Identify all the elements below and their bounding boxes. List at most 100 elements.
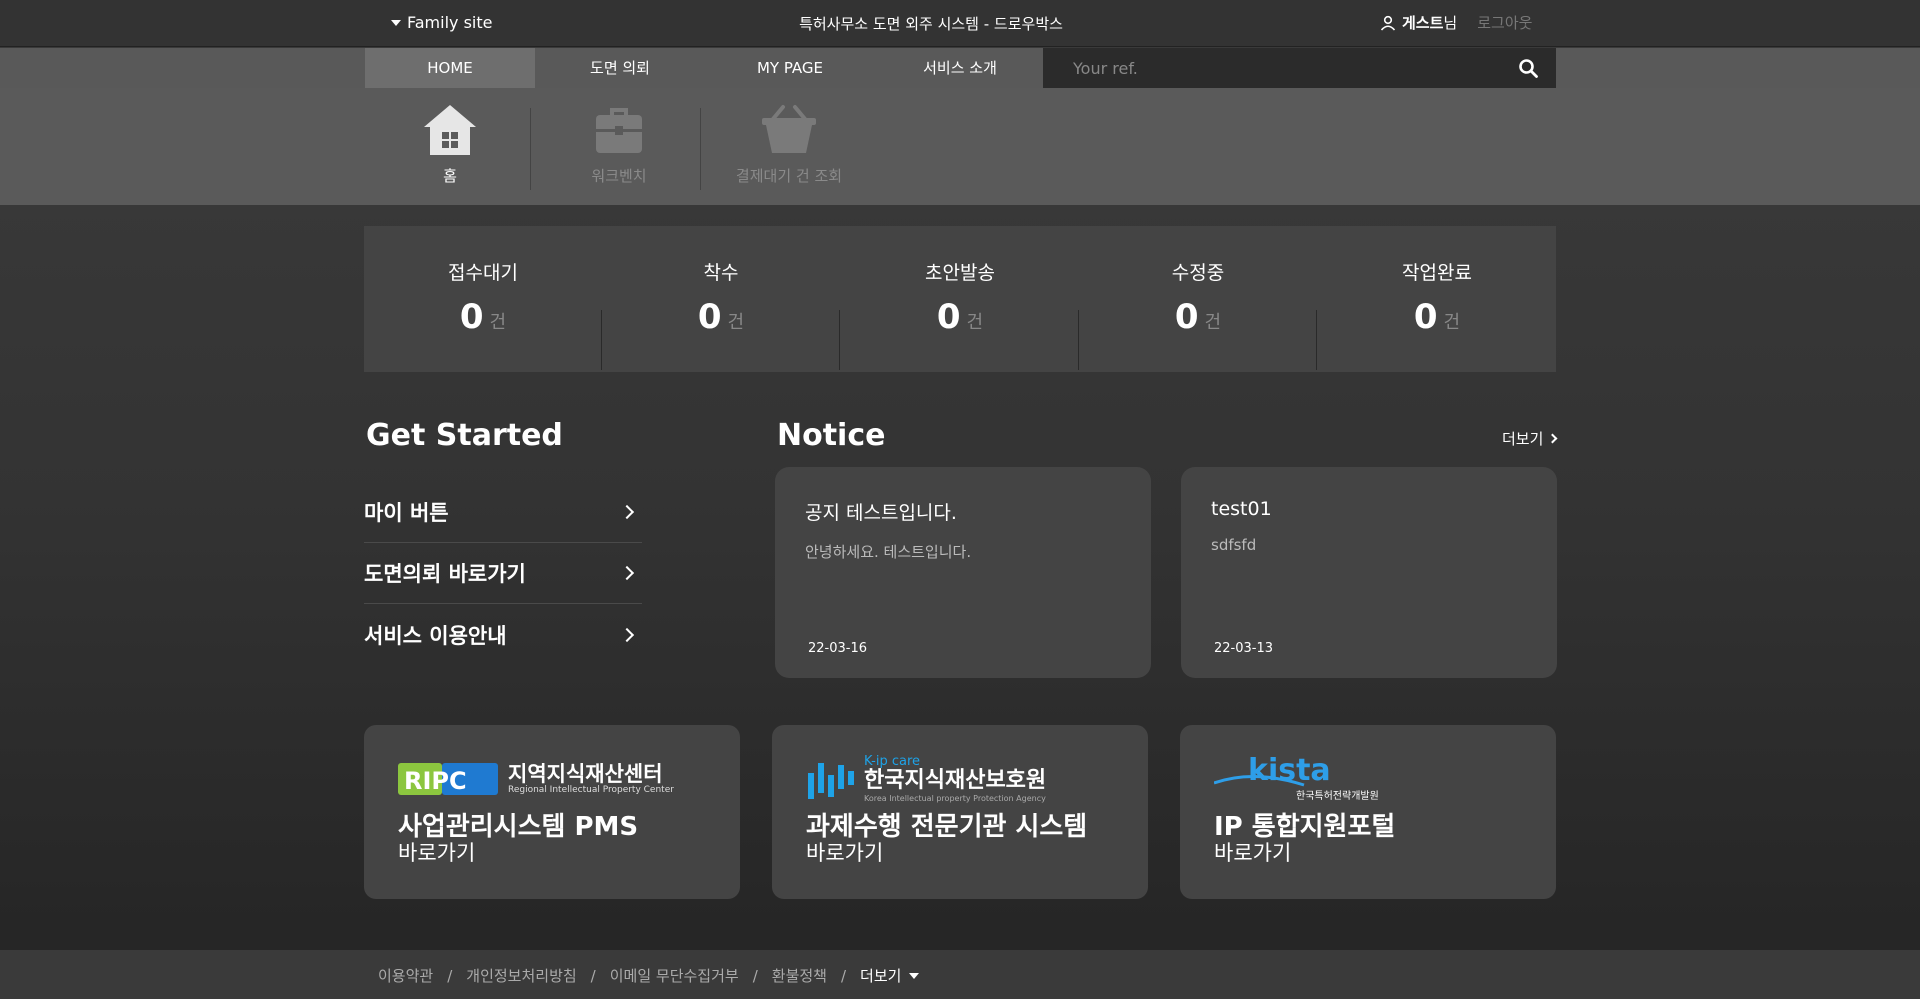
get-started-label: 서비스 이용안내 (364, 623, 507, 648)
search-input[interactable] (1043, 48, 1503, 88)
kipcare-logo-text: 한국지식재산보호원 (864, 768, 1047, 793)
top-bar: Family site 특허사무소 도면 외주 시스템 - 드로우박스 게스트님… (0, 0, 1920, 47)
get-started-title: Get Started (366, 418, 563, 453)
kista-logo: kista 한국특허전략개발원 (1214, 753, 1522, 803)
footer-separator: / (840, 966, 847, 985)
stat-count: 0 (459, 297, 484, 337)
notice-card-date: 22-03-16 (808, 641, 868, 656)
kista-logo-text: 한국특허전략개발원 (1296, 791, 1379, 802)
home-icon (424, 105, 476, 155)
quick-workbench-label: 워크벤치 (591, 167, 647, 185)
chevron-right-icon (619, 504, 635, 520)
get-started-list: 마이 버튼 도면의뢰 바로가기 서비스 이용안내 (364, 482, 642, 665)
kipcare-logo-mark: K-ip care (864, 754, 921, 769)
footer-separator: / (752, 966, 758, 985)
quick-payment-pending-label: 결제대기 건 조회 (735, 167, 843, 185)
ripc-logo-mark: RIPC (398, 763, 498, 795)
stat-count: 0 (936, 297, 961, 337)
footer-privacy-link[interactable]: 개인정보처리방침 (466, 965, 576, 986)
get-started-drawing-request[interactable]: 도면의뢰 바로가기 (364, 543, 642, 604)
user-suffix: 님 (1443, 14, 1458, 32)
nav-home[interactable]: HOME (365, 48, 535, 88)
link-card-kipcare[interactable]: K-ip care 한국지식재산보호원 Korea Intellectual p… (772, 725, 1148, 899)
user-icon (1380, 15, 1396, 31)
ripc-logo: RIPC 지역지식재산센터 Regional Intellectual Prop… (398, 755, 706, 803)
stat-title: 착수 (703, 262, 739, 284)
stat-unit: 건 (1204, 312, 1222, 333)
link-card-go: 바로가기 (1214, 841, 1292, 865)
stat-received-pending[interactable]: 접수대기 0건 (364, 226, 602, 372)
site-title: 특허사무소 도면 외주 시스템 - 드로우박스 (799, 15, 1063, 33)
kipcare-bars-icon (808, 763, 854, 799)
link-card-kista[interactable]: kista 한국특허전략개발원 IP 통합지원포털 바로가기 (1180, 725, 1556, 899)
ripc-logo-text: 지역지식재산센터 (508, 762, 663, 786)
link-card-title: 과제수행 전문기관 시스템 (806, 812, 1088, 842)
footer-email-policy-link[interactable]: 이메일 무단수집거부 (610, 965, 739, 986)
quick-home[interactable]: 홈 (365, 103, 535, 186)
footer-more-label: 더보기 (860, 967, 902, 985)
get-started-my-button[interactable]: 마이 버튼 (364, 482, 642, 543)
basket-icon (762, 105, 816, 153)
caret-down-icon (909, 972, 920, 979)
stat-unit: 건 (966, 312, 984, 333)
divider (1316, 310, 1317, 370)
search-icon[interactable] (1518, 58, 1538, 78)
kista-logo-mark: kista (1248, 753, 1331, 788)
logout-link[interactable]: 로그아웃 (1477, 12, 1532, 33)
quick-workbench[interactable]: 워크벤치 (534, 103, 704, 186)
nav-service-intro[interactable]: 서비스 소개 (875, 48, 1045, 88)
stat-draft-sent[interactable]: 초안발송 0건 (841, 226, 1079, 372)
notice-card[interactable]: 공지 테스트입니다. 안녕하세요. 테스트입니다. 22-03-16 (775, 467, 1151, 678)
stat-count: 0 (1174, 297, 1199, 337)
stat-count: 0 (697, 297, 722, 337)
divider (530, 108, 531, 190)
divider (839, 310, 840, 370)
stat-title: 작업완료 (1402, 262, 1472, 284)
footer-separator: / (447, 966, 453, 985)
stat-title: 수정중 (1171, 262, 1225, 284)
get-started-label: 마이 버튼 (364, 501, 449, 525)
main-nav: HOME 도면 의뢰 MY PAGE 서비스 소개 (0, 48, 1920, 88)
search-box (1043, 48, 1556, 88)
link-card-go: 바로가기 (398, 841, 476, 865)
link-card-ripc[interactable]: RIPC 지역지식재산센터 Regional Intellectual Prop… (364, 725, 740, 899)
get-started-service-guide[interactable]: 서비스 이용안내 (364, 604, 642, 665)
notice-card[interactable]: test01 sdfsfd 22-03-13 (1181, 467, 1557, 678)
notice-card-body: sdfsfd (1211, 536, 1257, 554)
user-name: 게스트 (1402, 14, 1444, 32)
chevron-right-icon (619, 627, 635, 642)
notice-card-date: 22-03-13 (1214, 641, 1274, 656)
kipcare-logo-sub: Korea Intellectual property Protection A… (864, 794, 1046, 803)
quick-menu: 홈 워크벤치 결제대기 건 조회 (0, 88, 1920, 205)
quick-payment-pending[interactable]: 결제대기 건 조회 (704, 103, 874, 186)
notice-more-link[interactable]: 더보기 (1502, 428, 1558, 449)
divider (700, 108, 701, 190)
svg-text:RIPC: RIPC (404, 767, 467, 795)
stat-count: 0 (1413, 297, 1438, 337)
notice-more-label: 더보기 (1502, 430, 1544, 448)
footer-more-dropdown[interactable]: 더보기 (860, 965, 920, 986)
footer: 이용약관 / 개인정보처리방침 / 이메일 무단수집거부 / 환불정책 / 더보… (0, 950, 1920, 999)
nav-my-page[interactable]: MY PAGE (705, 48, 875, 88)
link-card-title: IP 통합지원포털 (1214, 812, 1396, 842)
notice-card-title: test01 (1211, 498, 1272, 520)
stat-unit: 건 (489, 312, 507, 333)
quick-home-label: 홈 (443, 167, 457, 185)
get-started-label: 도면의뢰 바로가기 (364, 562, 526, 586)
notice-card-title: 공지 테스트입니다. (805, 502, 957, 524)
footer-terms-link[interactable]: 이용약관 (378, 965, 433, 986)
stat-revising[interactable]: 수정중 0건 (1079, 226, 1317, 372)
chevron-right-icon (619, 565, 635, 581)
ripc-logo-sub: Regional Intellectual Property Center (508, 785, 674, 795)
nav-drawing-request[interactable]: 도면 의뢰 (535, 48, 705, 88)
kipcare-logo: K-ip care 한국지식재산보호원 Korea Intellectual p… (806, 755, 1114, 803)
stat-title: 접수대기 (448, 262, 518, 284)
footer-refund-link[interactable]: 환불정책 (772, 965, 827, 986)
stat-started[interactable]: 착수 0건 (602, 226, 840, 372)
chevron-right-icon (1547, 433, 1558, 444)
footer-separator: / (590, 966, 596, 985)
stat-unit: 건 (727, 312, 745, 333)
link-card-title: 사업관리시스템 PMS (398, 812, 639, 842)
stat-unit: 건 (1443, 312, 1461, 333)
stat-completed[interactable]: 작업완료 0건 (1318, 226, 1556, 372)
